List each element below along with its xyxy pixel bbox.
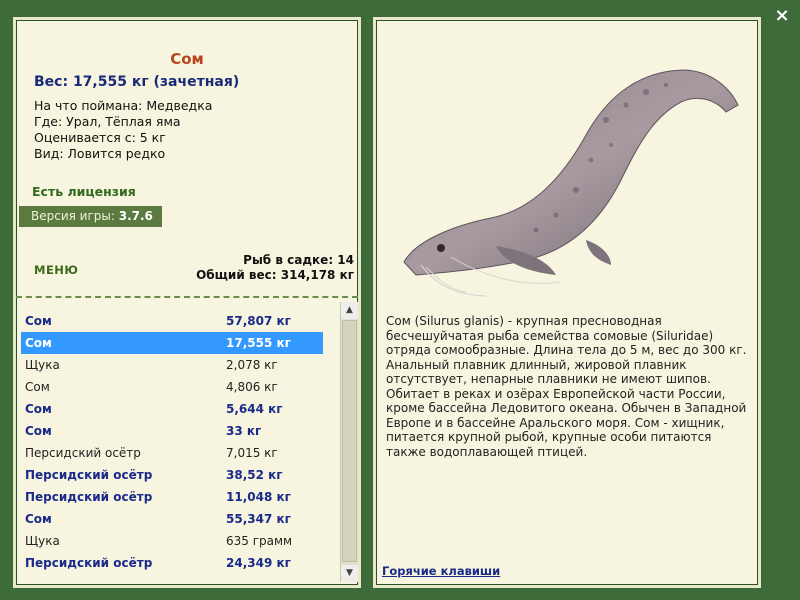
list-item-weight: 5,644 кг — [226, 402, 283, 416]
list-item-name: Персидский осётр — [25, 556, 153, 570]
list-item-name: Сом — [25, 424, 52, 438]
list-item[interactable]: Сом 57,807 кг — [21, 310, 323, 332]
total-weight: Общий вес: 314,178 кг — [196, 268, 354, 282]
fish-weight: Вес: 17,555 кг (зачетная) — [34, 74, 240, 90]
list-item[interactable]: Персидский осётр 11,048 кг — [21, 486, 323, 508]
scroll-up-icon[interactable]: ▲ — [341, 302, 358, 319]
list-item-weight: 24,349 кг — [226, 556, 291, 570]
list-item[interactable]: Персидский осётр 24,349 кг — [21, 552, 323, 574]
scroll-down-icon[interactable]: ▼ — [341, 565, 358, 582]
list-item[interactable]: Сом 4,806 кг — [21, 376, 323, 398]
location-info: Где: Урал, Тёплая яма — [34, 114, 181, 129]
hotkeys-link[interactable]: Горячие клавиши — [382, 564, 500, 578]
fish-description: Сом (Silurus glanis) - крупная пресновод… — [386, 314, 747, 459]
list-item-weight: 38,52 кг — [226, 468, 283, 482]
list-item-name: Сом — [25, 402, 52, 416]
scroll-thumb[interactable] — [342, 320, 357, 562]
list-item-name: Персидский осётр — [25, 490, 153, 504]
license-status: Есть лицензия — [32, 184, 136, 199]
list-item[interactable]: Щука 635 грамм — [21, 530, 323, 552]
catch-stats: Рыб в садке: 14 Общий вес: 314,178 кг — [196, 253, 354, 283]
close-button[interactable]: × — [772, 6, 792, 26]
list-item-name: Сом — [25, 380, 50, 394]
list-item-weight: 11,048 кг — [226, 490, 291, 504]
fish-description-panel: Сом (Silurus glanis) - крупная пресновод… — [373, 17, 761, 588]
list-item[interactable]: Сом 55,347 кг — [21, 508, 323, 530]
list-item[interactable]: Персидский осётр 38,52 кг — [21, 464, 323, 486]
list-item-name: Сом — [25, 336, 52, 350]
fish-count: Рыб в садке: 14 — [243, 253, 354, 267]
valued-info: Оценивается с: 5 кг — [34, 130, 166, 145]
list-item-name: Щука — [25, 358, 60, 372]
list-item-name: Персидский осётр — [25, 468, 153, 482]
list-item-weight: 4,806 кг — [226, 380, 278, 394]
list-item[interactable]: Сом 5,644 кг — [21, 398, 323, 420]
list-item-name: Сом — [25, 314, 52, 328]
list-item-name: Щука — [25, 534, 60, 548]
rarity-info: Вид: Ловится редко — [34, 146, 166, 161]
list-item-weight: 57,807 кг — [226, 314, 291, 328]
catch-list[interactable]: Сом 57,807 кг Сом 17,555 кг Щука 2,078 кг Сом 4… — [19, 302, 358, 582]
version-value: 3.7.6 — [118, 209, 153, 223]
list-item-weight: 33 кг — [226, 424, 262, 438]
scrollbar[interactable]: ▲ ▼ — [340, 302, 358, 582]
list-item-name: Сом — [25, 512, 52, 526]
fish-info-panel: Сом Вес: 17,555 кг (зачетная) На что пой… — [13, 17, 361, 588]
bait-info: На что поймана: Медведка — [34, 98, 213, 113]
list-item[interactable]: Сом 33 кг — [21, 420, 323, 442]
list-item-weight: 7,015 кг — [226, 446, 278, 460]
list-item[interactable]: Сом 17,555 кг — [21, 332, 323, 354]
version-label: Версия игры: — [31, 209, 115, 223]
list-item[interactable]: Щука 2,078 кг — [21, 354, 323, 376]
list-item-weight: 635 грамм — [226, 534, 293, 548]
fish-name: Сом — [170, 50, 204, 68]
catfish-image — [403, 69, 739, 297]
menu-button[interactable]: МЕНЮ — [34, 263, 78, 277]
divider — [16, 296, 358, 298]
list-item-name: Персидский осётр — [25, 446, 141, 460]
list-item-weight: 55,347 кг — [226, 512, 291, 526]
list-item-weight: 2,078 кг — [226, 358, 278, 372]
list-item-weight: 17,555 кг — [226, 336, 291, 350]
version-badge: Версия игры: 3.7.6 — [19, 206, 162, 227]
list-item[interactable]: Персидский осётр 7,015 кг — [21, 442, 323, 464]
